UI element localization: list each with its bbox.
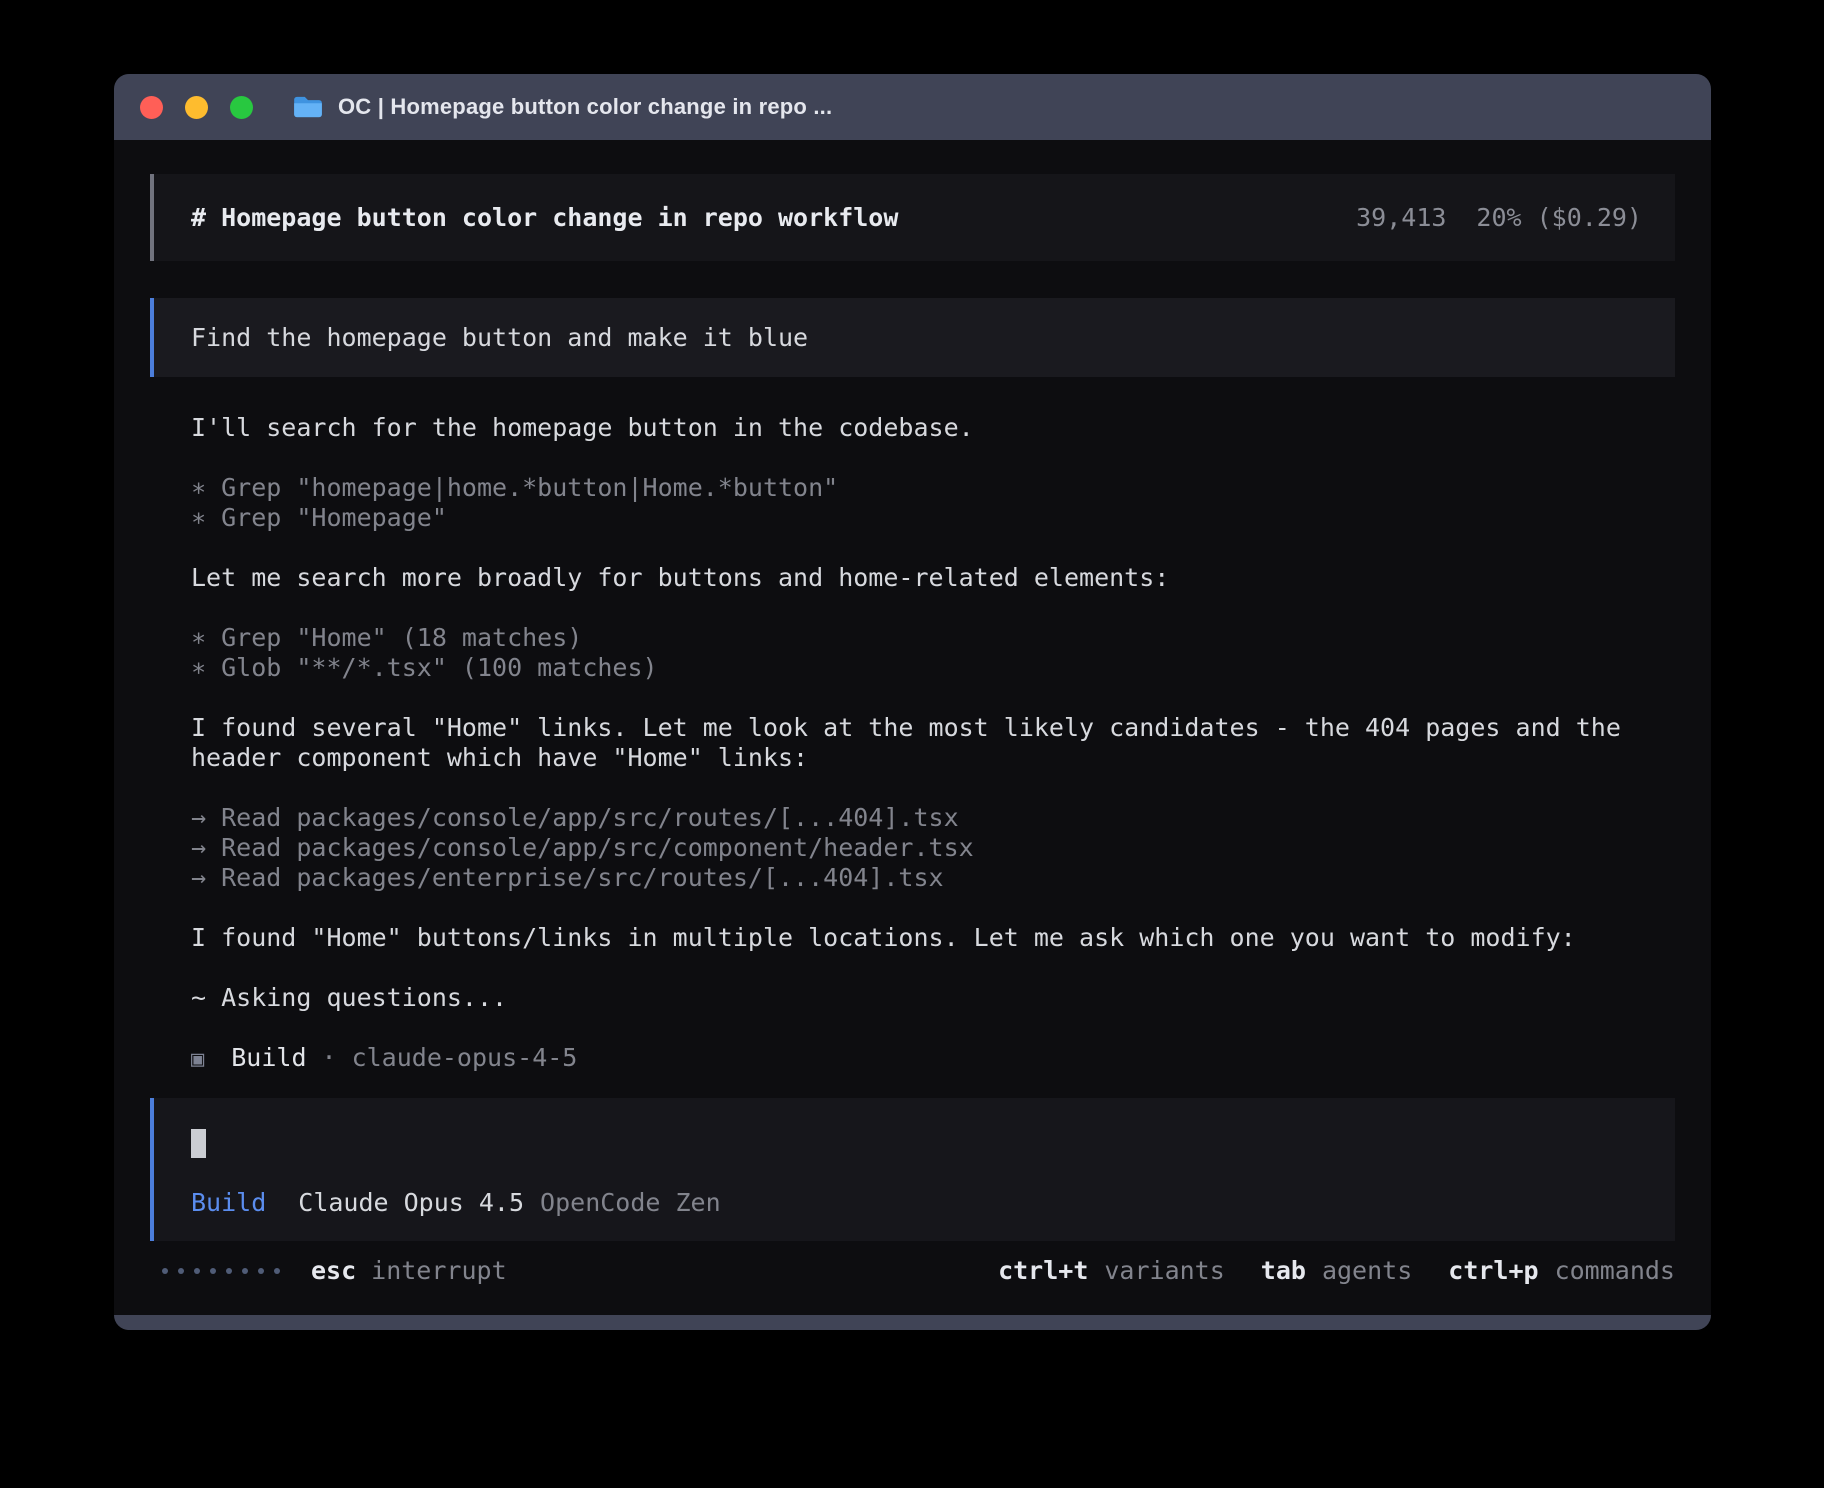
blank-line xyxy=(191,443,1675,473)
tool-call-line: ∗ Grep "Homepage" xyxy=(191,503,1675,533)
agent-status-line: ▣ Build · claude-opus-4-5 xyxy=(191,1043,1675,1075)
status-shortcuts: ctrl+t variants tab agents ctrl+p commands xyxy=(998,1256,1675,1286)
spinner-dot xyxy=(226,1268,232,1274)
spinner-dot xyxy=(178,1268,184,1274)
esc-key: esc xyxy=(311,1256,356,1286)
agent-model: claude-opus-4-5 xyxy=(352,1043,578,1073)
shortcut-commands: ctrl+p commands xyxy=(1448,1256,1675,1286)
titlebar[interactable]: OC | Homepage button color change in rep… xyxy=(114,74,1711,140)
traffic-lights xyxy=(140,96,253,119)
separator-dot: · xyxy=(322,1043,337,1073)
tool-call-line: → Read packages/enterprise/src/routes/[.… xyxy=(191,863,1675,893)
user-message: Find the homepage button and make it blu… xyxy=(150,298,1675,377)
token-count: 39,413 xyxy=(1356,203,1446,233)
input-provider-label: OpenCode Zen xyxy=(540,1188,721,1218)
spinner-dot xyxy=(162,1268,168,1274)
blank-line xyxy=(191,593,1675,623)
blank-line xyxy=(191,533,1675,563)
title-group: OC | Homepage button color change in rep… xyxy=(293,94,832,120)
shortcut-key: ctrl+p xyxy=(1448,1256,1538,1286)
conversation: I'll search for the homepage button in t… xyxy=(191,413,1675,1043)
session-stats: 39,413 20% ($0.29) xyxy=(1356,203,1642,233)
minimize-button[interactable] xyxy=(185,96,208,119)
shortcut-label: commands xyxy=(1555,1256,1675,1286)
session-title: # Homepage button color change in repo w… xyxy=(191,203,898,233)
assistant-text-line: ~ Asking questions... xyxy=(191,983,1675,1013)
blank-line xyxy=(191,1013,1675,1043)
tool-call-line: → Read packages/console/app/src/routes/[… xyxy=(191,803,1675,833)
window-bottom-edge xyxy=(114,1315,1711,1330)
esc-label: interrupt xyxy=(371,1256,506,1286)
agent-icon: ▣ xyxy=(191,1045,204,1075)
shortcut-label: agents xyxy=(1322,1256,1412,1286)
window-title: OC | Homepage button color change in rep… xyxy=(338,94,832,120)
spinner-dot xyxy=(194,1268,200,1274)
spinner-dot xyxy=(274,1268,280,1274)
tool-call-line: ∗ Grep "homepage|home.*button|Home.*butt… xyxy=(191,473,1675,503)
text-cursor xyxy=(191,1129,206,1158)
assistant-text-line: Let me search more broadly for buttons a… xyxy=(191,563,1675,593)
session-header: # Homepage button color change in repo w… xyxy=(150,174,1675,261)
esc-hint: esc interrupt xyxy=(311,1256,507,1286)
folder-icon xyxy=(293,95,323,119)
spinner-dot xyxy=(242,1268,248,1274)
spinner-dots xyxy=(162,1268,280,1274)
tool-call-line: ∗ Glob "**/*.tsx" (100 matches) xyxy=(191,653,1675,683)
blank-line xyxy=(191,683,1675,713)
tool-call-line: → Read packages/console/app/src/componen… xyxy=(191,833,1675,863)
input-agent-label[interactable]: Build xyxy=(191,1188,266,1218)
prompt-input[interactable]: Build Claude Opus 4.5 OpenCode Zen xyxy=(150,1098,1675,1241)
assistant-text-line: I found several "Home" links. Let me loo… xyxy=(191,713,1675,773)
status-bar: esc interrupt ctrl+tvariantstabagentsctr… xyxy=(150,1253,1675,1289)
context-usage: 20% ($0.29) xyxy=(1476,203,1642,233)
spinner-dot xyxy=(258,1268,264,1274)
input-model-label: Claude Opus 4.5 xyxy=(298,1188,524,1218)
shortcut-label: variants xyxy=(1104,1256,1224,1286)
input-meta-row: Build Claude Opus 4.5 OpenCode Zen xyxy=(191,1188,1642,1218)
blank-line xyxy=(191,893,1675,923)
agent-name: Build xyxy=(231,1043,306,1073)
shortcut-agents: tab agents xyxy=(1261,1256,1412,1286)
close-button[interactable] xyxy=(140,96,163,119)
user-message-text: Find the homepage button and make it blu… xyxy=(191,323,808,353)
terminal-window: OC | Homepage button color change in rep… xyxy=(114,74,1711,1330)
desktop-background: OC | Homepage button color change in rep… xyxy=(0,0,1824,1488)
spinner-dot xyxy=(210,1268,216,1274)
tool-call-line: ∗ Grep "Home" (18 matches) xyxy=(191,623,1675,653)
shortcut-variants: ctrl+t variants xyxy=(998,1256,1225,1286)
assistant-text-line: I'll search for the homepage button in t… xyxy=(191,413,1675,443)
blank-line xyxy=(191,953,1675,983)
zoom-button[interactable] xyxy=(230,96,253,119)
shortcut-key: tab xyxy=(1261,1256,1306,1286)
shortcut-key: ctrl+t xyxy=(998,1256,1088,1286)
terminal-content: # Homepage button color change in repo w… xyxy=(114,140,1711,1289)
assistant-text-line: I found "Home" buttons/links in multiple… xyxy=(191,923,1675,953)
blank-line xyxy=(191,773,1675,803)
